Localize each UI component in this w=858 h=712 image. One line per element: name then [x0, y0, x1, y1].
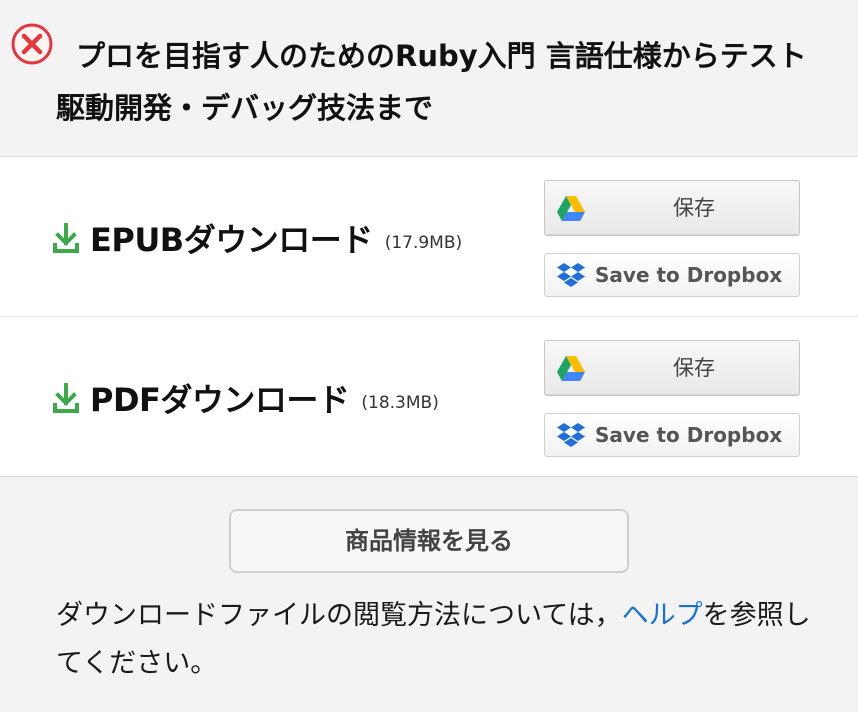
epub-gdrive-save-button[interactable]: 保存: [544, 180, 800, 236]
help-link[interactable]: ヘルプ: [622, 600, 703, 631]
dropbox-icon: [557, 263, 585, 287]
epub-file-size: (17.9MB): [384, 233, 463, 253]
epub-download-row: EPUBダウンロード (17.9MB) 保存 Save to Dropbox: [0, 157, 858, 317]
help-note: ダウンロードファイルの閲覧方法については，ヘルプを参照してください。: [56, 592, 826, 688]
pdf-download-label: PDFダウンロード: [90, 381, 350, 419]
help-text-before: ダウンロードファイルの閲覧方法については，: [56, 600, 622, 631]
download-arrow-icon: [53, 223, 79, 253]
product-info-button[interactable]: 商品情報を見る: [229, 509, 629, 573]
download-arrow-icon: [53, 383, 79, 413]
epub-download-label: EPUBダウンロード: [90, 221, 373, 259]
dialog-header: プロを目指す人のためのRuby入門 言語仕様からテスト駆動開発・デバッグ技法まで: [0, 0, 858, 157]
book-title: プロを目指す人のためのRuby入門 言語仕様からテスト駆動開発・デバッグ技法まで: [56, 39, 807, 125]
epub-dropbox-label: Save to Dropbox: [595, 263, 783, 287]
pdf-file-size: (18.3MB): [361, 393, 439, 413]
pdf-download-row: PDFダウンロード (18.3MB) 保存 Save to Dropbox: [0, 317, 858, 477]
pdf-gdrive-save-button[interactable]: 保存: [544, 340, 800, 396]
pdf-dropbox-save-button[interactable]: Save to Dropbox: [544, 413, 800, 457]
pdf-download-link[interactable]: PDFダウンロード (18.3MB): [52, 375, 439, 421]
pdf-dropbox-label: Save to Dropbox: [595, 423, 783, 447]
dropbox-icon: [557, 423, 585, 447]
pdf-gdrive-save-label: 保存: [673, 356, 715, 380]
close-icon[interactable]: [10, 22, 54, 66]
epub-download-link[interactable]: EPUBダウンロード (17.9MB): [52, 215, 462, 261]
google-drive-icon: [557, 356, 585, 381]
epub-dropbox-save-button[interactable]: Save to Dropbox: [544, 253, 800, 297]
google-drive-icon: [557, 196, 585, 221]
epub-gdrive-save-label: 保存: [673, 196, 715, 220]
